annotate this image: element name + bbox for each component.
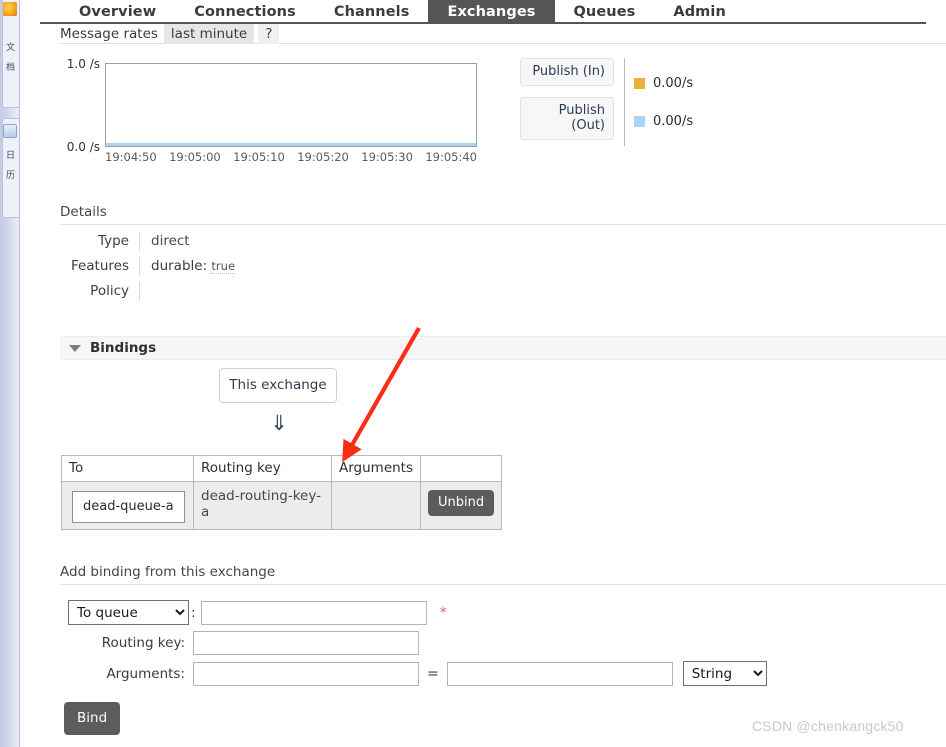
binding-cell-arguments [330, 481, 422, 530]
add-binding-form: To queue To exchange : * Routing key: Ar… [60, 600, 860, 692]
binding-cell-action: Unbind [420, 481, 503, 530]
bind-button[interactable]: Bind [64, 702, 121, 735]
details-value-type: direct [151, 233, 190, 249]
column-header-actions [420, 455, 503, 482]
details-row-policy: Policy [60, 282, 480, 307]
chart-ytick-min: 0.0 /s [66, 140, 100, 154]
chart-xtick: 19:05:40 [425, 150, 477, 164]
column-header-to: To [61, 455, 194, 482]
os-tile-1-char-2: 档 [5, 63, 15, 73]
chart-xtick: 19:05:20 [297, 150, 349, 164]
chart-plot-area [105, 63, 477, 147]
form-row-destination: To queue To exchange : * [60, 600, 860, 625]
destination-type-select[interactable]: To queue To exchange [68, 600, 189, 625]
chart-legend: 0.00/s 0.00/s [634, 64, 693, 140]
os-tile-1-char-1: 文 [5, 43, 15, 53]
chevron-down-icon[interactable] [69, 344, 81, 352]
bindings-table-header-row: To Routing key Arguments [61, 455, 503, 482]
routing-key-input[interactable] [193, 631, 419, 655]
details-key-features: Features [60, 257, 140, 276]
tab-exchanges[interactable]: Exchanges [428, 0, 555, 22]
column-header-arguments: Arguments [330, 455, 422, 482]
message-rates-label: Message rates [60, 25, 158, 42]
destination-input[interactable] [200, 600, 427, 625]
argument-key-input[interactable] [193, 661, 419, 686]
binding-cell-to: dead-queue-a [61, 481, 194, 530]
tab-overview[interactable]: Overview [60, 0, 175, 22]
message-rates-bar: Message rates last minute ? [60, 23, 946, 44]
details-table: Type direct Features durable: true Polic… [60, 232, 480, 307]
chart-ytick-max: 1.0 /s [66, 57, 100, 71]
os-tile-2-char-1: 日 [5, 151, 15, 161]
arguments-label: Arguments: [106, 665, 185, 682]
binding-cell-routing-key: dead-routing-key-a [193, 481, 332, 530]
chart-series-publish-out-line [106, 143, 476, 146]
legend-item-publish-in: 0.00/s [634, 64, 693, 102]
watermark: CSDN @chenkangck50 [752, 718, 904, 734]
details-row-features: Features durable: true [60, 257, 480, 282]
unbind-button[interactable]: Unbind [428, 490, 495, 516]
bindings-section-header[interactable]: Bindings [60, 336, 946, 360]
main-navigation: Overview Connections Channels Exchanges … [20, 0, 946, 22]
tab-queues[interactable]: Queues [555, 0, 655, 22]
tab-admin[interactable]: Admin [654, 0, 745, 22]
column-header-routing-key: Routing key [193, 455, 332, 482]
legend-value-publish-in: 0.00/s [653, 75, 694, 91]
details-key-type: Type [60, 232, 140, 251]
tab-channels[interactable]: Channels [315, 0, 429, 22]
series-button-publish-in[interactable]: Publish (In) [520, 58, 614, 86]
this-exchange-box: This exchange [219, 368, 337, 403]
feature-name-durable: durable: [151, 258, 208, 274]
bindings-table: To Routing key Arguments dead-queue-a de… [61, 455, 503, 530]
legend-swatch-publish-in [634, 77, 645, 89]
message-rates-period-chip[interactable]: last minute [163, 23, 255, 44]
chart-xtick: 19:05:10 [233, 150, 285, 164]
tab-connections[interactable]: Connections [175, 0, 315, 22]
chart-xtick: 19:05:00 [169, 150, 221, 164]
feature-value-durable: true [211, 259, 236, 274]
queue-link-dead-queue-a[interactable]: dead-queue-a [72, 491, 185, 523]
chart-xtick: 19:04:50 [105, 150, 157, 164]
legend-swatch-publish-out [634, 115, 645, 127]
argument-type-select[interactable]: String Number Boolean List [682, 661, 767, 686]
details-value-features: durable: true [140, 257, 236, 276]
table-row: dead-queue-a dead-routing-key-a Unbind [61, 481, 503, 530]
help-icon[interactable]: ? [258, 23, 280, 44]
destination-colon: : [191, 604, 196, 621]
series-button-publish-out[interactable]: Publish (Out) [520, 97, 614, 140]
chart-series-buttons: Publish (In) Publish (Out) [520, 58, 615, 151]
rabbitmq-exchange-page: 文 档 日 历 Overview Connections Channels Ex… [0, 0, 946, 747]
chart-xtick: 19:05:30 [361, 150, 413, 164]
details-heading: Details [60, 204, 946, 225]
equals-sign: = [427, 665, 439, 682]
bindings-heading: Bindings [90, 340, 157, 356]
os-tile-2-char-2: 历 [5, 171, 15, 181]
required-marker: * [439, 604, 447, 621]
chart-x-axis: 19:04:50 19:05:00 19:05:10 19:05:20 19:0… [105, 150, 477, 164]
message-rates-chart: 1.0 /s 0.0 /s 19:04:50 19:05:00 19:05:10… [60, 52, 520, 172]
details-row-type: Type direct [60, 232, 480, 257]
legend-item-publish-out: 0.00/s [634, 102, 693, 140]
form-row-routing-key: Routing key: [60, 631, 860, 655]
folder-icon [3, 2, 17, 16]
details-key-policy: Policy [60, 282, 140, 301]
add-binding-heading: Add binding from this exchange [60, 564, 946, 585]
calendar-icon [3, 124, 17, 138]
argument-value-input[interactable] [446, 661, 673, 686]
down-arrow-icon: ⇓ [270, 411, 288, 435]
routing-key-label: Routing key: [101, 635, 185, 651]
os-sidebar-strip: 文 档 日 历 [0, 0, 20, 747]
legend-divider [624, 58, 625, 146]
legend-value-publish-out: 0.00/s [653, 113, 694, 129]
form-row-arguments: Arguments: = String Number Boolean List [60, 661, 860, 686]
